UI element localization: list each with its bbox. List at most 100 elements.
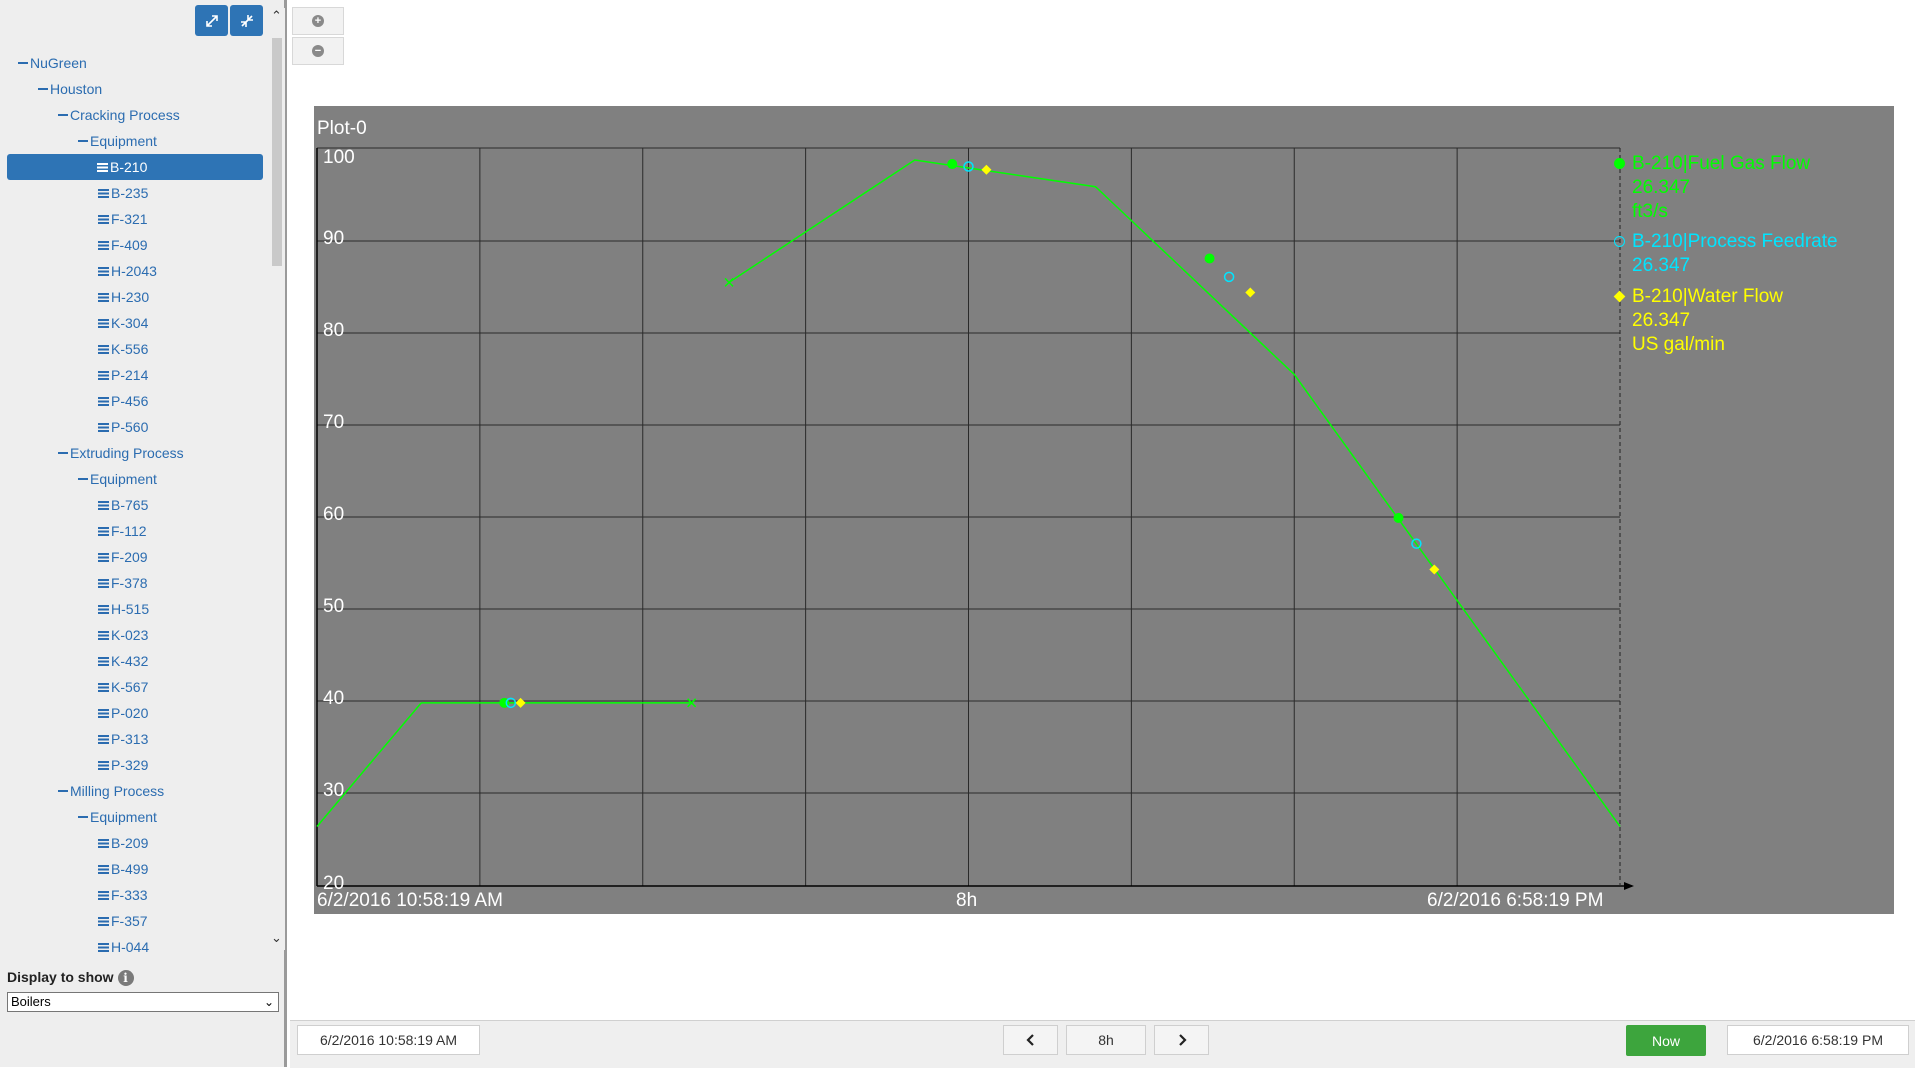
info-icon[interactable]: i <box>117 970 134 986</box>
tree-item-b-499[interactable]: B-499 <box>98 856 148 882</box>
collapse-minus-icon[interactable] <box>58 452 68 455</box>
collapse-minus-icon[interactable] <box>58 114 68 117</box>
tree-item-b-765[interactable]: B-765 <box>98 492 148 518</box>
now-button[interactable]: Now <box>1626 1025 1706 1056</box>
scroll-up-icon[interactable]: ⌃ <box>271 8 282 24</box>
legend-item[interactable]: B-210|Fuel Gas Flow 26.347 ft3/s <box>1614 152 1810 224</box>
collapse-minus-icon[interactable] <box>78 140 88 143</box>
x-axis-duration-label: 8h <box>956 890 978 911</box>
tree-item-label: F-333 <box>111 887 148 903</box>
tree-item-f-333[interactable]: F-333 <box>98 882 148 908</box>
list-icon <box>98 266 109 276</box>
display-to-show-label: Display to show i <box>7 969 134 986</box>
tree-item-f-209[interactable]: F-209 <box>98 544 148 570</box>
list-icon <box>97 162 108 172</box>
list-icon <box>98 500 109 510</box>
collapse-minus-icon[interactable] <box>78 816 88 819</box>
tree-item-h-2043[interactable]: H-2043 <box>98 258 157 284</box>
tree-node-equipment[interactable]: Equipment <box>78 128 157 154</box>
display-select[interactable]: Boilers ⌄ <box>7 992 279 1012</box>
collapse-all-button[interactable] <box>230 5 263 36</box>
list-icon <box>98 344 109 354</box>
process-feedrate-point <box>1223 271 1235 283</box>
tree-node-nugreen[interactable]: NuGreen <box>18 50 87 76</box>
tree-item-label: Equipment <box>90 809 157 825</box>
list-icon <box>98 890 109 900</box>
collapse-minus-icon[interactable] <box>18 62 28 65</box>
tree-node-cracking-process[interactable]: Cracking Process <box>58 102 180 128</box>
tree-node-equipment[interactable]: Equipment <box>78 804 157 830</box>
tree-item-label: K-432 <box>111 653 149 669</box>
tree-item-label: H-515 <box>111 601 150 617</box>
tree-item-label: P-560 <box>111 419 149 435</box>
y-tick-label: 70 <box>323 412 345 433</box>
expand-all-button[interactable] <box>195 5 228 36</box>
collapse-minus-icon[interactable] <box>78 478 88 481</box>
tree-item-p-214[interactable]: P-214 <box>98 362 148 388</box>
tree-item-k-304[interactable]: K-304 <box>98 310 148 336</box>
scrollbar-thumb[interactable] <box>272 38 282 266</box>
tree-item-f-378[interactable]: F-378 <box>98 570 148 596</box>
x-axis-end-label: 6/2/2016 6:58:19 PM <box>1427 890 1604 911</box>
list-icon <box>98 760 109 770</box>
tree-item-b-210[interactable]: B-210 <box>7 154 263 180</box>
tree-node-extruding-process[interactable]: Extruding Process <box>58 440 184 466</box>
scroll-down-icon[interactable]: ⌄ <box>271 930 282 946</box>
tree-item-k-023[interactable]: K-023 <box>98 622 148 648</box>
tree-item-f-112[interactable]: F-112 <box>98 518 147 544</box>
tree-item-label: Houston <box>50 81 103 97</box>
y-tick-label: 80 <box>323 320 345 341</box>
tree-item-k-556[interactable]: K-556 <box>98 336 148 362</box>
tree-item-f-321[interactable]: F-321 <box>98 206 148 232</box>
list-icon <box>98 656 109 666</box>
tree-node-houston[interactable]: Houston <box>38 76 102 102</box>
tree-item-b-209[interactable]: B-209 <box>98 830 148 856</box>
tree-item-p-456[interactable]: P-456 <box>98 388 148 414</box>
tree-item-k-432[interactable]: K-432 <box>98 648 148 674</box>
next-period-button[interactable] <box>1154 1025 1209 1055</box>
legend-item[interactable]: B-210|Process Feedrate 26.347 <box>1614 230 1838 278</box>
end-time-field[interactable]: 6/2/2016 6:58:19 PM <box>1727 1025 1909 1055</box>
tree-item-p-020[interactable]: P-020 <box>98 700 148 726</box>
list-icon <box>98 630 109 640</box>
list-icon <box>98 864 109 874</box>
tree-item-b-235[interactable]: B-235 <box>98 180 148 206</box>
tree-item-label: F-321 <box>111 211 148 227</box>
tree-node-milling-process[interactable]: Milling Process <box>58 778 164 804</box>
x-axis-start-label: 6/2/2016 10:58:19 AM <box>317 890 503 911</box>
tree-item-label: F-378 <box>111 575 148 591</box>
list-icon <box>98 708 109 718</box>
list-icon <box>98 292 109 302</box>
tree-scrollbar[interactable]: ⌃ ⌄ <box>268 8 285 950</box>
previous-period-button[interactable] <box>1003 1025 1058 1055</box>
series-line-fuel-gas-flow <box>728 159 1621 827</box>
tree-item-label: P-329 <box>111 757 149 773</box>
zoom-out-button[interactable]: − <box>292 37 344 65</box>
start-time-field[interactable]: 6/2/2016 10:58:19 AM <box>297 1025 480 1055</box>
tree-item-label: B-209 <box>111 835 149 851</box>
legend-item[interactable]: B-210|Water Flow 26.347 US gal/min <box>1613 285 1783 357</box>
collapse-minus-icon[interactable] <box>58 790 68 793</box>
tree-item-p-329[interactable]: P-329 <box>98 752 148 778</box>
collapse-minus-icon[interactable] <box>38 88 48 91</box>
tree-item-p-313[interactable]: P-313 <box>98 726 148 752</box>
tree-item-f-409[interactable]: F-409 <box>98 232 148 258</box>
tree-item-label: F-209 <box>111 549 148 565</box>
trend-chart[interactable] <box>314 106 1894 914</box>
y-tick-label: 90 <box>323 228 345 249</box>
tree-item-f-357[interactable]: F-357 <box>98 908 148 934</box>
tree-item-k-567[interactable]: K-567 <box>98 674 148 700</box>
tree-item-p-560[interactable]: P-560 <box>98 414 148 440</box>
list-icon <box>98 734 109 744</box>
list-icon <box>98 422 109 432</box>
tree-node-equipment[interactable]: Equipment <box>78 466 157 492</box>
duration-field[interactable]: 8h <box>1066 1025 1146 1055</box>
tree-item-h-044[interactable]: H-044 <box>98 934 149 954</box>
zoom-in-button[interactable]: + <box>292 7 344 35</box>
legend-value: 26.347 <box>1632 177 1691 198</box>
tree-item-h-230[interactable]: H-230 <box>98 284 149 310</box>
tree-item-h-515[interactable]: H-515 <box>98 596 149 622</box>
tree-item-label: P-214 <box>111 367 149 383</box>
tree-item-label: Equipment <box>90 471 157 487</box>
chevron-down-icon: ⌄ <box>263 995 274 1009</box>
